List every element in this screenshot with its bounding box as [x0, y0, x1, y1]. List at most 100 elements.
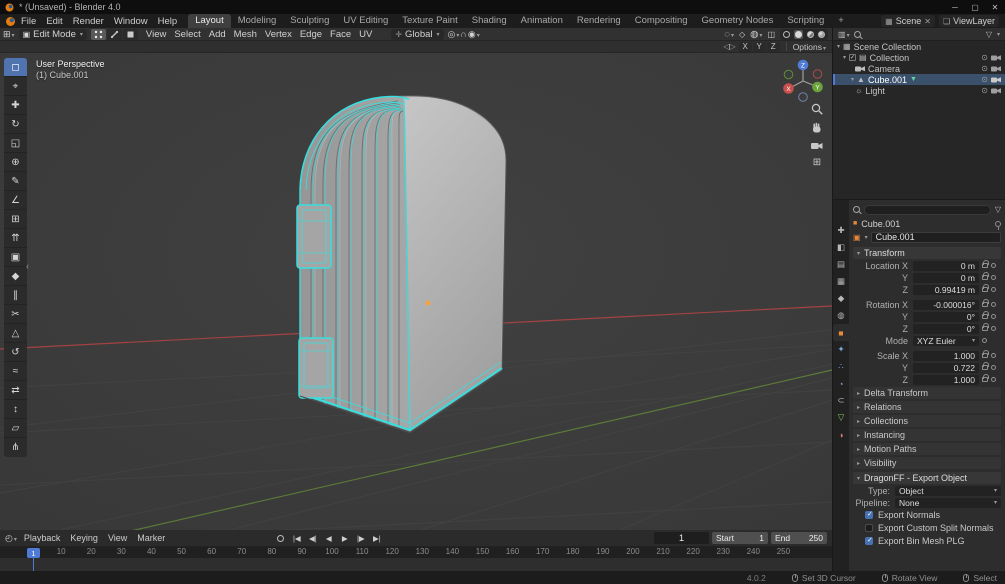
lock-icon[interactable] — [982, 377, 988, 382]
checkbox-icon[interactable] — [865, 511, 873, 519]
search-icon[interactable] — [854, 31, 861, 38]
mirror-axis-button[interactable]: Y — [753, 42, 766, 52]
play-button[interactable]: ▶ — [337, 532, 352, 545]
mesh-object[interactable] — [297, 96, 506, 433]
tool-button[interactable]: ◱ — [4, 134, 27, 153]
prev-keyframe-button[interactable]: ◀| — [305, 532, 320, 545]
lock-icon[interactable] — [982, 263, 988, 268]
ortho-grid-icon[interactable]: ⊞ — [813, 157, 821, 168]
tool-button[interactable]: ↻ — [4, 115, 27, 134]
filter-icon[interactable]: ▽ — [995, 205, 1001, 214]
outliner-row-light[interactable]: ☼ Light ⊙ — [833, 85, 1005, 96]
lock-icon[interactable] — [982, 365, 988, 370]
disable-render-icon[interactable] — [991, 65, 1001, 72]
auto-keyframe-button[interactable] — [277, 535, 284, 542]
pin-icon[interactable] — [995, 221, 1001, 227]
tool-button[interactable]: ✎ — [4, 172, 27, 191]
properties-tab[interactable]: ∴ — [833, 358, 849, 375]
current-frame-field[interactable]: 1 — [654, 532, 709, 544]
tool-button[interactable]: ✂ — [4, 305, 27, 324]
object-name-field[interactable]: Cube.001 — [871, 232, 1001, 243]
disclosure-icon[interactable]: ▾ — [851, 76, 854, 83]
pan-hand-icon[interactable] — [811, 122, 823, 134]
disable-render-icon[interactable] — [991, 87, 1001, 94]
keyframe-dot-icon[interactable] — [982, 338, 987, 343]
tool-button[interactable]: ◆ — [4, 267, 27, 286]
scale-z-field[interactable]: 1.000 — [913, 375, 979, 385]
keyframe-dot-icon[interactable] — [991, 302, 996, 307]
frame-ruler[interactable]: 0102030405060708090100110120130140150160… — [0, 547, 832, 558]
keyframe-dot-icon[interactable] — [991, 365, 996, 370]
timeline-tracks[interactable] — [0, 558, 832, 571]
tool-button[interactable]: ◻ — [4, 58, 27, 77]
location-x-field[interactable]: 0 m — [913, 261, 979, 271]
tool-button[interactable]: ∥ — [4, 286, 27, 305]
scale-y-field[interactable]: 0.722 — [913, 363, 979, 373]
properties-tab[interactable]: ▽ — [833, 409, 849, 426]
orientation-dropdown[interactable]: ✛ Global ▾ — [391, 29, 443, 40]
rotation-y-field[interactable]: 0° — [913, 312, 979, 322]
viewport-menu-item[interactable]: Vertex — [261, 29, 296, 40]
hide-eye-icon[interactable]: ⊙ — [981, 64, 988, 73]
viewport-menu-item[interactable]: Mesh — [230, 29, 261, 40]
collapsed-section-header[interactable]: ▸ Delta Transform — [853, 387, 1001, 399]
properties-tab[interactable]: ◔ — [833, 375, 849, 392]
workspace-tab[interactable]: Geometry Nodes — [695, 14, 781, 28]
viewport-menu-item[interactable]: View — [142, 29, 170, 40]
show-object-types-dropdown[interactable]: ◌▾ — [724, 29, 734, 40]
timeline-menu-item[interactable]: Marker — [132, 533, 170, 543]
hide-eye-icon[interactable]: ⊙ — [981, 86, 988, 95]
outliner-row-cube[interactable]: ▾ ▲ Cube.001 ▼ ⊙ — [833, 74, 1005, 85]
properties-tab[interactable]: ▦ — [833, 273, 849, 290]
edge-select-button[interactable] — [107, 29, 122, 40]
maximize-button[interactable]: ▢ — [965, 3, 985, 12]
keyframe-dot-icon[interactable] — [991, 287, 996, 292]
timeline-menu-item[interactable]: View — [103, 533, 132, 543]
scene-selector[interactable]: ▦ Scene ✕ — [881, 15, 935, 27]
keyframe-dot-icon[interactable] — [991, 314, 996, 319]
sidebar-collapse-arrow[interactable]: ‹ — [26, 261, 29, 271]
export-checkbox-row[interactable]: Export Bin Mesh PLG — [853, 534, 1001, 547]
viewport-menu-item[interactable]: Select — [170, 29, 204, 40]
collapsed-section-header[interactable]: ▸ Collections — [853, 415, 1001, 427]
collapsed-section-header[interactable]: ▸ Instancing — [853, 429, 1001, 441]
properties-tab[interactable]: ◍ — [833, 307, 849, 324]
keyframe-dot-icon[interactable] — [991, 353, 996, 358]
tool-button[interactable]: ▱ — [4, 419, 27, 438]
search-input[interactable] — [864, 205, 991, 215]
tool-button[interactable]: ↺ — [4, 343, 27, 362]
disclosure-icon[interactable]: ▾ — [843, 54, 846, 61]
transform-panel-header[interactable]: ▾ Transform — [853, 247, 1001, 259]
tool-button[interactable]: ∠ — [4, 191, 27, 210]
rendered-shading-button[interactable] — [818, 31, 825, 38]
breadcrumb-label[interactable]: Cube.001 — [861, 219, 900, 229]
tool-button[interactable]: ⌖ — [4, 77, 27, 96]
tool-button[interactable]: ⋔ — [4, 438, 27, 457]
dragonff-panel-header[interactable]: ▾ DragonFF - Export Object — [853, 472, 1001, 484]
collection-checkbox[interactable]: ✓ — [849, 54, 856, 61]
workspace-tab[interactable]: Layout — [188, 14, 231, 28]
hide-eye-icon[interactable]: ⊙ — [981, 53, 988, 62]
rotation-mode-dropdown[interactable]: XYZ Euler▾ — [913, 336, 979, 346]
collapsed-section-header[interactable]: ▸ Relations — [853, 401, 1001, 413]
zoom-icon[interactable] — [811, 103, 823, 115]
collapsed-section-header[interactable]: ▸ Motion Paths — [853, 443, 1001, 455]
camera-view-icon[interactable] — [811, 141, 823, 150]
lock-icon[interactable] — [982, 275, 988, 280]
editor-type-icon[interactable]: ⊞▾ — [3, 29, 15, 40]
menu-item[interactable]: Edit — [41, 16, 67, 27]
lock-icon[interactable] — [982, 314, 988, 319]
xray-toggle[interactable]: ◫ — [767, 30, 775, 39]
scale-x-field[interactable]: 1.000 — [913, 351, 979, 361]
mirror-axis-button[interactable]: X — [739, 42, 752, 52]
workspace-tab[interactable]: Modeling — [231, 14, 284, 28]
rotation-z-field[interactable]: 0° — [913, 324, 979, 334]
menu-item[interactable]: Render — [68, 16, 109, 27]
location-z-field[interactable]: 0.99419 m — [913, 285, 979, 295]
tool-button[interactable]: ⇈ — [4, 229, 27, 248]
rotation-x-field[interactable]: -0.000016° — [913, 300, 979, 310]
disable-render-icon[interactable] — [991, 54, 1001, 61]
properties-tab[interactable]: ✚ — [833, 222, 849, 239]
properties-tab[interactable]: ◑ — [833, 426, 849, 443]
play-reverse-button[interactable]: ◀ — [321, 532, 336, 545]
